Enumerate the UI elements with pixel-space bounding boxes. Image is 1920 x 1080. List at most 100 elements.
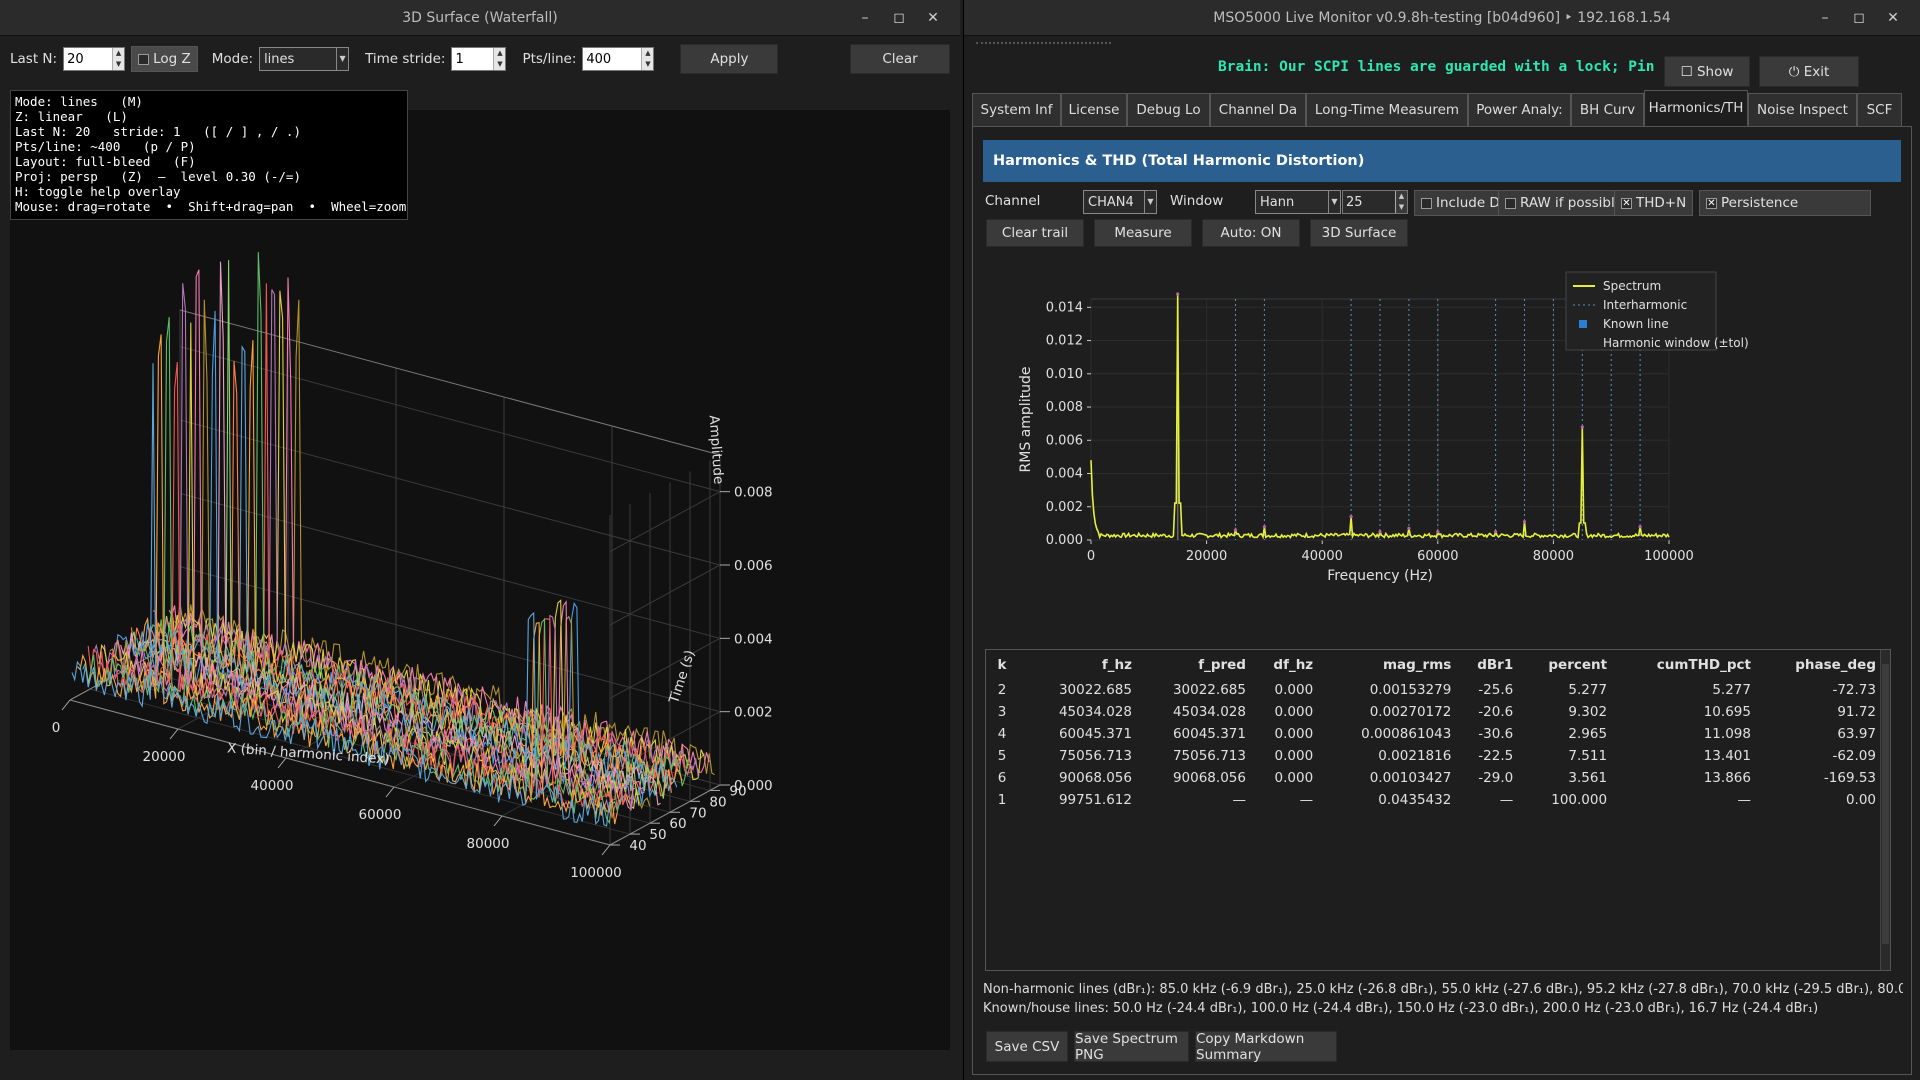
mode-select[interactable]: lines ▼	[259, 47, 350, 71]
logz-label: Log Z	[153, 51, 191, 67]
close-icon[interactable]: ✕	[916, 0, 950, 36]
table-scrollbar[interactable]	[1880, 650, 1890, 970]
tab-bh-curve[interactable]: BH Curv	[1571, 93, 1644, 126]
spectrum-plot[interactable]: 0 20000 40000 60000 80000 100000 0.000 0.002 0.0…	[985, 264, 1905, 644]
spin-arrows-icon[interactable]: ▲ ▼	[641, 48, 654, 70]
table-row[interactable]: 2 30022.685 30022.685 0.000 0.00153279 -25.6 5…	[986, 679, 1884, 701]
z-tick-label: 0.002	[734, 705, 773, 721]
channel-label: Channel	[985, 193, 1041, 209]
tab-long-time-measurement[interactable]: Long-Time Measurem	[1306, 93, 1468, 126]
tab-channel-data[interactable]: Channel Da	[1210, 93, 1306, 126]
table-row[interactable]: 1 99751.612 — — 0.0435432 — 100.000 — 0.00	[986, 789, 1884, 811]
save-csv-button[interactable]: Save CSV	[986, 1031, 1068, 1062]
peak-point	[1407, 526, 1411, 530]
column-header-mag_rms[interactable]: mag_rms	[1321, 650, 1459, 679]
table-cell: —	[1737, 792, 1751, 808]
table-cell: 2.965	[1568, 726, 1608, 742]
spin-arrows-icon[interactable]: ▲ ▼	[112, 48, 125, 70]
x-tick-label: 0	[52, 720, 61, 736]
tab-harmonics[interactable]: Harmonics/TH	[1644, 90, 1748, 126]
column-header-f_pred[interactable]: f_pred	[1140, 650, 1254, 679]
peak-point	[1262, 525, 1266, 529]
grip-handle[interactable]	[976, 42, 1111, 48]
pts-spinbox[interactable]: 400 ▲ ▼	[582, 47, 655, 71]
tab-system-info[interactable]: System Inf	[972, 93, 1061, 126]
last-n-value: 20	[67, 51, 84, 67]
table-cell: 4	[997, 726, 1007, 742]
y-tick-label: 50	[649, 827, 666, 843]
table-row[interactable]: 4 60045.371 60045.371 0.000 0.000861043 -30.6…	[986, 723, 1884, 745]
table-cell: 0.00103427	[1369, 770, 1452, 786]
table-row[interactable]: 3 45034.028 45034.028 0.000 0.00270172 -20.6 9…	[986, 701, 1884, 723]
persistence-checkbox[interactable]: ✕ Persistence	[1699, 190, 1871, 216]
channel-value: CHAN4	[1088, 194, 1134, 210]
copy-markdown-button[interactable]: Copy Markdown Summary	[1195, 1031, 1337, 1063]
clear-button[interactable]: Clear	[850, 44, 950, 74]
spin-arrows-icon[interactable]: ▲ ▼	[493, 48, 506, 70]
auto-toggle-button[interactable]: Auto: ON	[1202, 219, 1300, 247]
column-header-dBr1[interactable]: dBr1	[1459, 650, 1521, 679]
peak-point	[1436, 530, 1440, 534]
tab-license[interactable]: License	[1061, 93, 1127, 126]
spin-arrows-icon[interactable]: ▲ ▼	[1395, 191, 1407, 213]
column-header-cumTHD_pct[interactable]: cumTHD_pct	[1615, 650, 1759, 679]
table-cell: 0.0435432	[1378, 792, 1452, 808]
waterfall-titlebar[interactable]: 3D Surface (Waterfall) – ◻ ✕	[0, 0, 960, 36]
save-png-button[interactable]: Save Spectrum PNG	[1074, 1031, 1189, 1063]
table-cell: 99751.612	[1058, 792, 1132, 808]
window-select[interactable]: Hann ▼	[1255, 190, 1341, 214]
column-header-phase_deg[interactable]: phase_deg	[1759, 650, 1884, 679]
table-row[interactable]: 6 90068.056 90068.056 0.000 0.00103427 -29.0 3…	[986, 767, 1884, 789]
apply-button[interactable]: Apply	[680, 44, 779, 74]
channel-select[interactable]: CHAN4 ▼	[1083, 190, 1157, 214]
table-cell: 0.000	[1274, 726, 1314, 742]
column-header-df_hz[interactable]: df_hz	[1254, 650, 1321, 679]
table-cell: —	[1499, 792, 1514, 808]
logz-checkbox[interactable]: Log Z	[131, 46, 198, 72]
column-header-percent[interactable]: percent	[1521, 650, 1615, 679]
tab-power-analysis[interactable]: Power Analy:	[1468, 93, 1571, 126]
minimize-icon[interactable]: –	[1808, 0, 1842, 36]
x-tick-label: 0	[1087, 549, 1095, 564]
wall-gridline	[179, 419, 721, 566]
clear-trail-button[interactable]: Clear trail	[986, 219, 1084, 247]
waterfall-toolbar: Last N: 20 ▲ ▼ Log Z Mode: lines ▼ Time str…	[10, 44, 950, 74]
raw-checkbox[interactable]: RAW if possible	[1498, 190, 1631, 216]
stride-spinbox[interactable]: 1 ▲ ▼	[451, 47, 507, 71]
waterfall-plot[interactable]: 0 20000 40000 60000 80000 100000 40 50 60 70 80 90 0…	[10, 110, 950, 1050]
x-tick	[61, 699, 71, 711]
table-cell: 45034.028	[1172, 704, 1246, 720]
y-tick-label: 60	[669, 816, 686, 832]
scrollbar-thumb[interactable]	[1882, 664, 1889, 944]
monitor-titlebar[interactable]: MSO5000 Live Monitor v0.9.8h-testing [b0…	[964, 0, 1920, 36]
exit-button[interactable]: ⏻ Exit	[1759, 56, 1859, 87]
tab-noise-inspect[interactable]: Noise Inspect	[1748, 93, 1857, 126]
harmonics-table[interactable]: k f_hz f_pred df_hz mag_rms dBr1 percent cumTHD…	[985, 649, 1891, 971]
table-cell: 2	[997, 682, 1007, 698]
show-button[interactable]: ☐ Show	[1664, 56, 1750, 87]
checked-icon: ✕	[1706, 197, 1717, 209]
last-n-spinbox[interactable]: 20 ▲ ▼	[63, 47, 126, 71]
y-tick-label: 0.002	[1046, 500, 1083, 515]
table-cell: 0.000	[1274, 748, 1314, 764]
column-header-f_hz[interactable]: f_hz	[1026, 650, 1140, 679]
table-cell: 6	[997, 770, 1007, 786]
tab-debug-log[interactable]: Debug Lo	[1127, 93, 1210, 126]
column-header-k[interactable]: k	[986, 650, 1026, 679]
maximize-icon[interactable]: ◻	[1842, 0, 1876, 36]
wall-gridline	[609, 564, 721, 626]
z-tick-label: 0.000	[734, 778, 773, 794]
close-icon[interactable]: ✕	[1876, 0, 1910, 36]
x-tick-label: 40000	[251, 778, 294, 794]
surface-3d-button[interactable]: 3D Surface	[1310, 219, 1408, 247]
measure-button[interactable]: Measure	[1094, 219, 1192, 247]
harmonics-count-spinbox[interactable]: 25 ▲ ▼	[1342, 190, 1408, 214]
tab-scf[interactable]: SCF	[1857, 93, 1902, 126]
maximize-icon[interactable]: ◻	[882, 0, 916, 36]
minimize-icon[interactable]: –	[848, 0, 882, 36]
help-overlay: Mode: lines (M) Z: linear (L) Last N: 20 s…	[10, 90, 408, 220]
stride-label: Time stride:	[365, 51, 446, 67]
table-cell: -20.6	[1478, 704, 1514, 720]
thdn-checkbox[interactable]: ✕ THD+N	[1614, 190, 1694, 216]
table-row[interactable]: 5 75056.713 75056.713 0.000 0.0021816 -22.5 7.…	[986, 745, 1884, 767]
